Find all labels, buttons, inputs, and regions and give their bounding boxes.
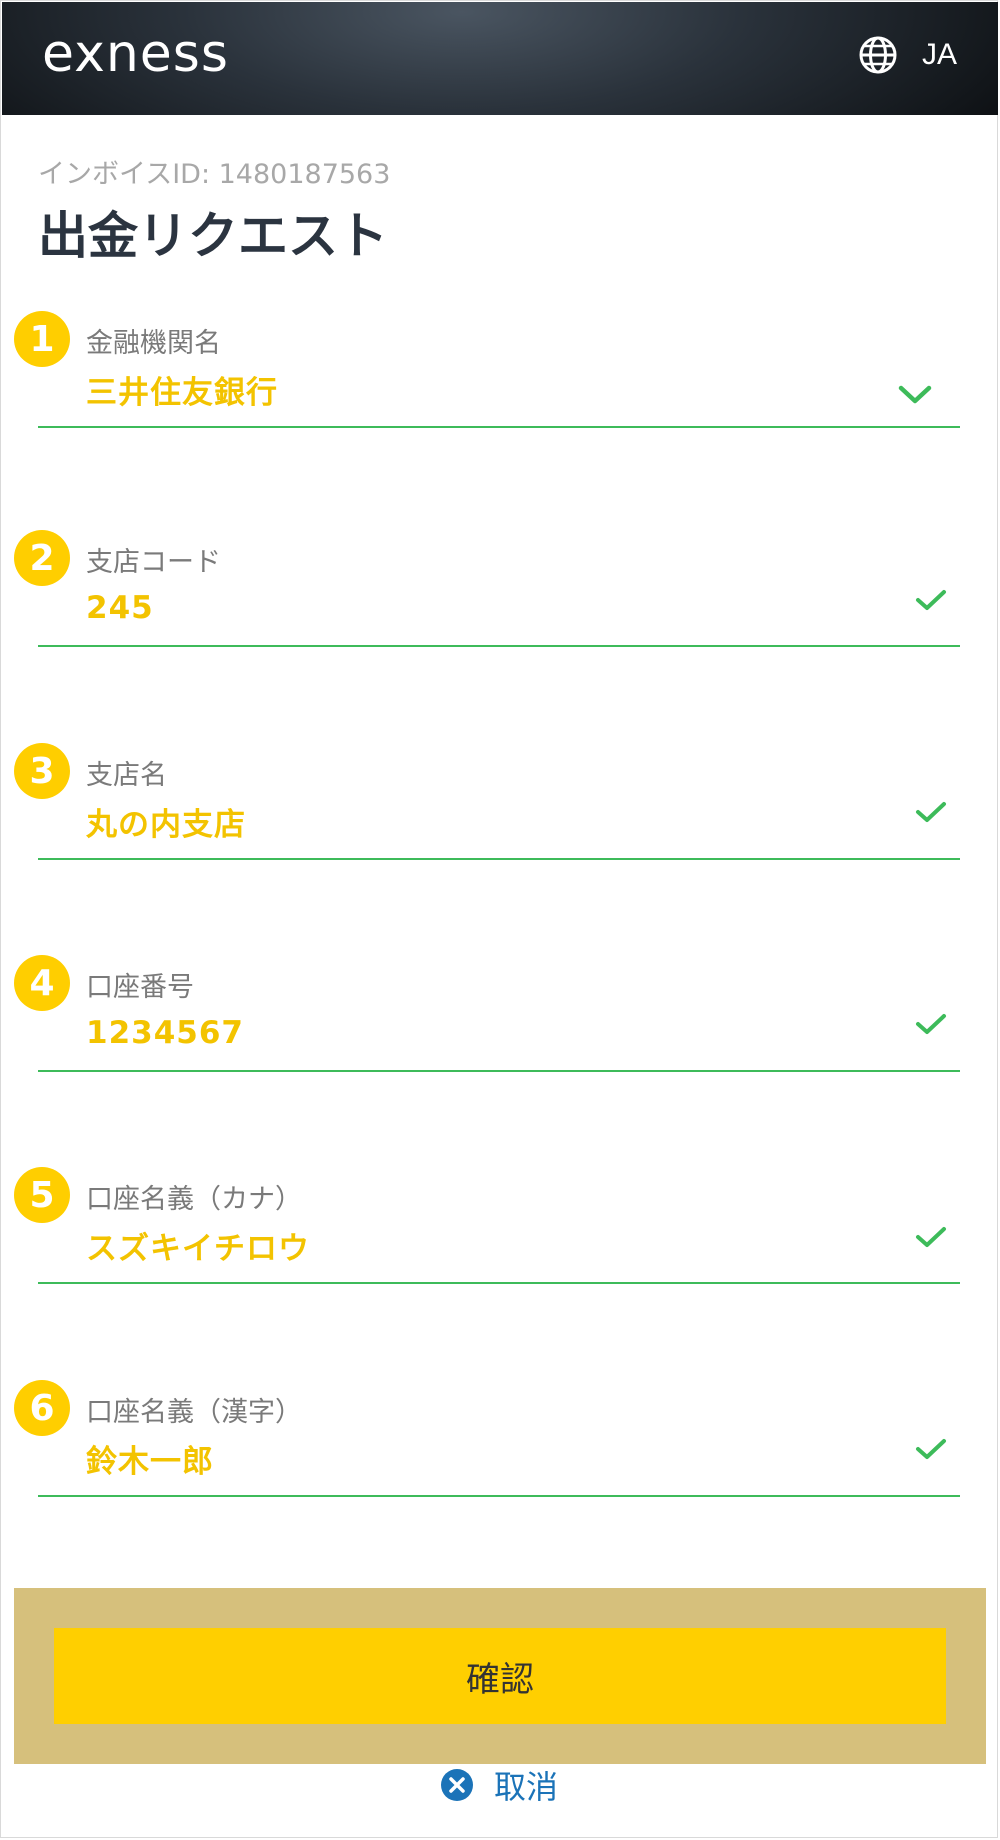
chevron-down-icon[interactable]	[898, 381, 932, 407]
branch-name-input[interactable]	[86, 803, 886, 839]
check-icon	[916, 802, 946, 822]
invoice-id: インボイスID: 1480187563	[38, 159, 391, 190]
step-badge-5: 5	[14, 1167, 70, 1223]
field-account-number: 4 口座番号	[0, 955, 1000, 1095]
field-underline	[38, 426, 960, 428]
step-badge-2: 2	[14, 530, 70, 586]
close-circle-icon	[441, 1769, 473, 1801]
exness-logo[interactable]: exness	[42, 24, 229, 84]
check-icon	[916, 1439, 946, 1459]
field-label: 口座名義（漢字）	[86, 1397, 302, 1428]
field-label: 口座名義（カナ）	[86, 1184, 302, 1215]
field-label: 口座番号	[86, 972, 194, 1003]
step-badge-4: 4	[14, 955, 70, 1011]
language-switcher[interactable]: JA	[858, 30, 978, 80]
field-label: 支店コード	[86, 547, 221, 578]
field-label: 金融機関名	[86, 328, 221, 359]
check-icon	[916, 1227, 946, 1247]
field-underline	[38, 645, 960, 647]
account-name-kana-input[interactable]	[86, 1227, 886, 1263]
field-account-name-kanji: 6 口座名義（漢字）	[0, 1380, 1000, 1520]
page-title: 出金リクエスト	[38, 207, 388, 265]
check-icon	[916, 590, 946, 610]
step-badge-1: 1	[14, 311, 70, 367]
branch-code-input[interactable]	[86, 590, 886, 626]
account-name-kanji-input[interactable]	[86, 1440, 886, 1476]
step-badge-3: 3	[14, 743, 70, 799]
confirm-button[interactable]: 確認	[54, 1628, 946, 1724]
field-label: 支店名	[86, 760, 167, 791]
field-account-name-kana: 5 口座名義（カナ）	[0, 1167, 1000, 1307]
field-underline	[38, 1282, 960, 1284]
confirm-highlight: 確認	[14, 1588, 986, 1764]
step-badge-6: 6	[14, 1380, 70, 1436]
bank-name-select[interactable]	[86, 371, 886, 407]
field-branch-code: 2 支店コード	[0, 530, 1000, 670]
field-underline	[38, 858, 960, 860]
field-underline	[38, 1495, 960, 1497]
field-bank-name: 1 金融機関名	[0, 311, 1000, 451]
field-underline	[38, 1070, 960, 1072]
account-number-input[interactable]	[86, 1015, 886, 1051]
check-icon	[916, 1014, 946, 1034]
language-label: JA	[922, 38, 958, 71]
cancel-link[interactable]: 取消	[440, 1762, 558, 1808]
field-branch-name: 3 支店名	[0, 743, 1000, 883]
globe-icon	[859, 36, 897, 74]
page-frame	[0, 0, 998, 1838]
cancel-label: 取消	[494, 1768, 559, 1806]
top-header: exness JA	[2, 2, 998, 115]
